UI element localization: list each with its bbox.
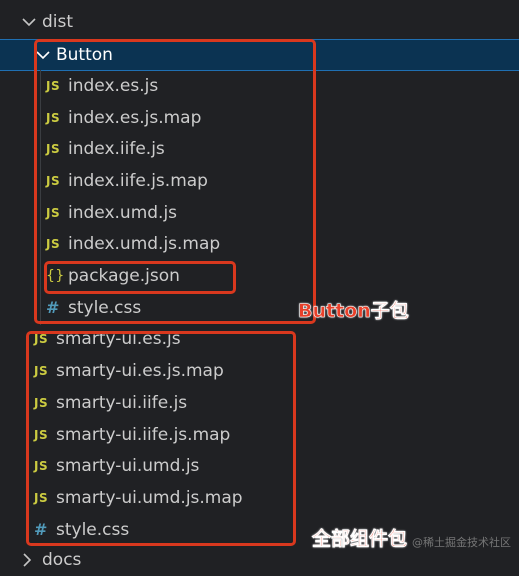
js-file-icon: JS (46, 205, 61, 220)
watermark: @稀土掘金技术社区 (412, 536, 511, 549)
file-label: index.iife.js (68, 139, 165, 160)
file-label: smarty-ui.es.js.map (56, 361, 224, 382)
js-file-icon: JS (34, 490, 49, 505)
tree-file[interactable]: JS index.umd.js (0, 197, 519, 229)
folder-label-dist: dist (42, 11, 74, 32)
tree-file[interactable]: {} package.json (0, 260, 519, 292)
js-file-icon: JS (46, 142, 61, 157)
tree-folder-dist[interactable]: dist (0, 6, 519, 38)
css-file-icon: # (46, 298, 60, 318)
annotation-button-subpackage: Button子包 (298, 300, 409, 323)
file-label: smarty-ui.umd.js (56, 456, 200, 477)
js-file-icon: JS (34, 364, 49, 379)
tree-file[interactable]: JS smarty-ui.umd.js.map (0, 482, 519, 514)
tree-file[interactable]: JS smarty-ui.es.js (0, 324, 519, 356)
file-label: smarty-ui.iife.js (56, 392, 188, 413)
js-file-icon: JS (34, 427, 49, 442)
tree-file[interactable]: JS index.iife.js.map (0, 165, 519, 197)
js-file-icon: JS (46, 110, 61, 125)
chevron-down-icon (36, 50, 56, 60)
tree-file[interactable]: JS smarty-ui.iife.js (0, 387, 519, 419)
file-label: smarty-ui.umd.js.map (56, 487, 243, 508)
tree-file[interactable]: JS smarty-ui.iife.js.map (0, 419, 519, 451)
js-file-icon: JS (46, 237, 61, 252)
file-label: style.css (68, 297, 142, 318)
css-file-icon: # (34, 520, 48, 540)
file-label: index.umd.js (68, 202, 178, 223)
tree-folder-button[interactable]: Button (0, 39, 519, 71)
js-file-icon: JS (34, 332, 49, 347)
tree-file[interactable]: JS index.es.js.map (0, 102, 519, 134)
tree-file[interactable]: JS index.es.js (0, 70, 519, 102)
tree-file[interactable]: JS smarty-ui.es.js.map (0, 355, 519, 387)
json-file-icon: {} (46, 268, 65, 285)
file-label: index.umd.js.map (68, 234, 221, 255)
file-label: smarty-ui.es.js (56, 329, 181, 350)
file-label: style.css (56, 519, 130, 540)
chevron-down-icon (22, 17, 42, 27)
tree-file[interactable]: # style.css (0, 292, 519, 324)
tree-file[interactable]: JS index.iife.js (0, 133, 519, 165)
js-file-icon: JS (46, 78, 61, 93)
tree-file[interactable]: JS index.umd.js.map (0, 229, 519, 261)
js-file-icon: JS (34, 459, 49, 474)
file-label: smarty-ui.iife.js.map (56, 424, 231, 445)
file-label: index.es.js (68, 75, 159, 96)
annotation-full-package: 全部组件包 (312, 528, 408, 551)
js-file-icon: JS (34, 395, 49, 410)
file-label: index.iife.js.map (68, 170, 208, 191)
file-label: package.json (68, 266, 180, 287)
folder-label-button: Button (56, 44, 113, 65)
tree-file[interactable]: JS smarty-ui.umd.js (0, 450, 519, 482)
file-label: index.es.js.map (68, 107, 202, 128)
js-file-icon: JS (46, 173, 61, 188)
